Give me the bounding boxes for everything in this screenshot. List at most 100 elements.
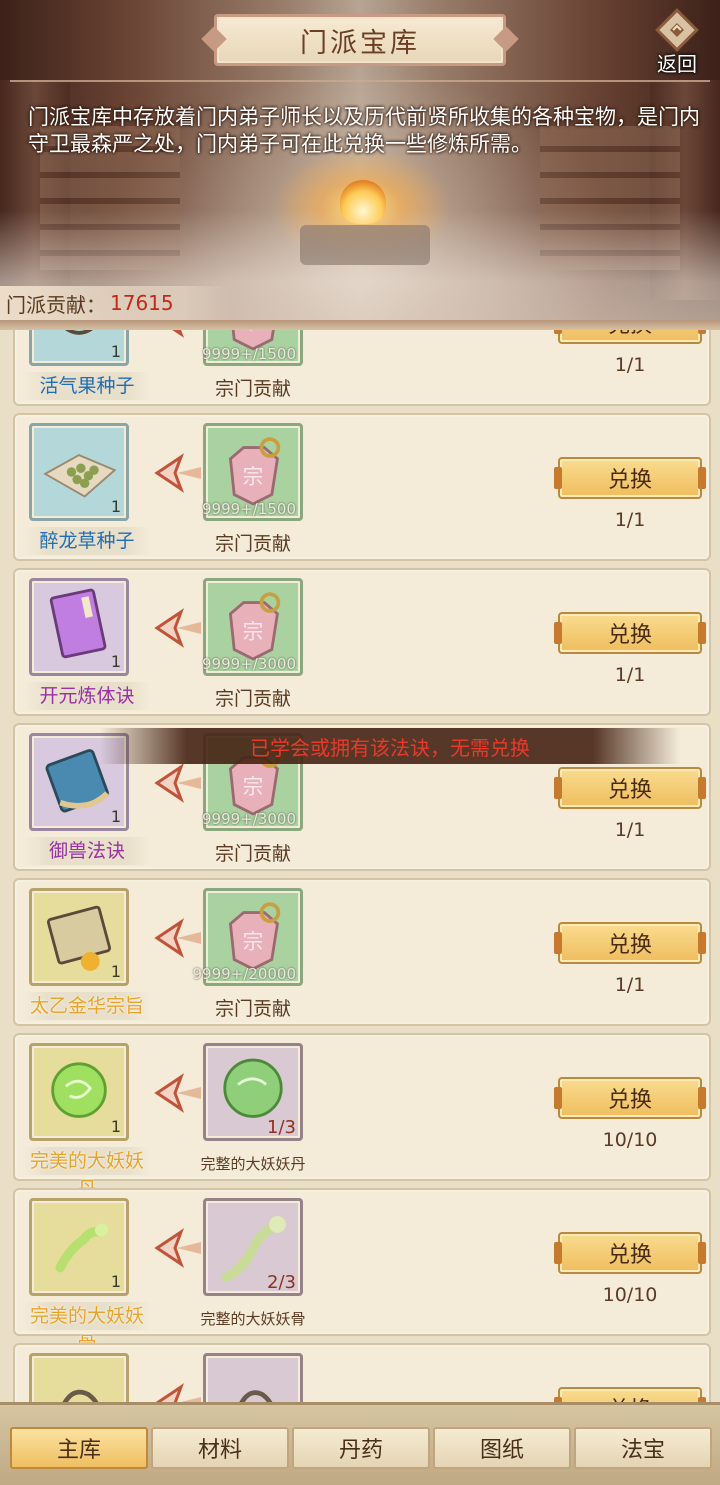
cost-item-slot[interactable]	[203, 1353, 303, 1402]
exchange-button[interactable]: 兑换	[554, 612, 706, 654]
reward-item-slot[interactable]: 1	[29, 423, 129, 521]
cost-amount: 1/3	[267, 1117, 296, 1138]
tab-treasures[interactable]: 法宝	[574, 1427, 712, 1469]
contribution-value: 17615	[110, 291, 174, 315]
tab-materials[interactable]: 材料	[151, 1427, 289, 1469]
cost-amount: 9999+/20000	[192, 965, 296, 983]
cost-name: 宗门贡献	[214, 998, 291, 1020]
cost-amount: 9999+/3000	[202, 655, 296, 673]
reward-item-slot[interactable]: 1	[29, 578, 129, 676]
reward-count: 1	[110, 342, 121, 361]
exchange-row: 1 完美的大妖妖丹 1/3 完整的大妖妖丹 兑换 10/10	[13, 1033, 711, 1200]
page-title: 门派宝库	[300, 27, 420, 59]
exchange-arrow-icon	[155, 1383, 201, 1402]
exchange-button[interactable]: 兑换	[554, 1232, 706, 1274]
exchange-button-label: 兑换	[608, 330, 652, 339]
header-banner: 门派宝库 返回 门派宝库中存放着门内弟子师长以及历代前贤所收集的各种宝物，是门内…	[0, 0, 720, 330]
cost-name: 宗门贡献	[214, 533, 291, 555]
return-button[interactable]: 返回	[640, 8, 714, 80]
cost-amount: 9999+/3000	[202, 810, 296, 828]
page-title-plaque: 门派宝库	[214, 14, 506, 66]
exchange-button[interactable]: 兑换	[554, 1387, 706, 1402]
reward-item-slot[interactable]: 1	[29, 330, 129, 366]
exchange-button-label: 兑换	[607, 1243, 652, 1268]
reward-count: 1	[110, 962, 121, 981]
reward-count: 1	[110, 807, 121, 826]
exchange-limit: 1/1	[614, 354, 646, 376]
cost-name: 宗门贡献	[214, 688, 291, 710]
reward-name: 完美的大妖妖丹	[23, 1147, 151, 1200]
svg-text:宗: 宗	[243, 330, 264, 333]
reward-item-icon	[62, 1389, 99, 1402]
return-label: 返回	[657, 52, 697, 76]
demon-tendon-icon	[239, 1390, 273, 1402]
exchange-button-label: 兑换	[607, 933, 652, 958]
warning-toast: 已学会或拥有该法诀，无需兑换	[100, 728, 680, 764]
cost-amount: 2/3	[267, 1272, 296, 1293]
cost-amount: 9999+/1500	[202, 345, 296, 363]
reward-name: 开元炼体诀	[23, 682, 151, 710]
divider	[0, 320, 720, 330]
divider	[10, 80, 710, 82]
tab-blueprints[interactable]: 图纸	[433, 1427, 571, 1469]
exchange-arrow-icon	[154, 1073, 201, 1113]
cost-item-slot[interactable]: 宗 9999+/20000	[192, 888, 303, 986]
exchange-limit: 1/1	[614, 974, 646, 996]
cost-item-slot[interactable]: 2/3	[203, 1198, 303, 1296]
cost-name: 完整的大妖妖骨	[200, 1310, 306, 1328]
reward-count: 1	[110, 1272, 121, 1291]
exchange-button[interactable]: 兑换	[554, 457, 706, 499]
reward-item-slot[interactable]: 1	[29, 1198, 129, 1296]
reward-name: 醉龙草种子	[23, 527, 151, 555]
exchange-arrow-icon	[172, 330, 185, 338]
exchange-limit: 10/10	[602, 1284, 658, 1306]
reward-count: 1	[110, 497, 121, 516]
reward-count: 1	[110, 652, 121, 671]
reward-name: 御兽法诀	[23, 837, 151, 865]
cost-item-slot[interactable]: 宗 9999+/1500	[202, 423, 303, 521]
reward-name: 活气果种子	[23, 372, 151, 400]
cost-item-slot[interactable]: 1/3	[203, 1043, 303, 1141]
exchange-arrow-icon	[154, 763, 201, 803]
exchange-arrow-icon	[154, 918, 201, 958]
exchange-arrow-icon	[154, 608, 201, 648]
cost-item-slot[interactable]: 宗 9999+/1500	[202, 330, 303, 366]
exchange-row: 1 完美的大妖妖骨 2/3 完整的大妖妖骨 兑换 10/10	[13, 1188, 711, 1355]
svg-text:宗: 宗	[243, 774, 264, 798]
tab-pills[interactable]: 丹药	[292, 1427, 430, 1469]
cost-item-slot[interactable]: 宗 9999+/3000	[202, 578, 303, 676]
reward-name: 完美的大妖妖骨	[23, 1302, 151, 1355]
exchange-button[interactable]: 兑换	[554, 330, 706, 344]
reward-item-slot[interactable]: 1	[29, 1043, 129, 1141]
cost-name: 宗门贡献	[214, 378, 291, 400]
vault-description: 门派宝库中存放着门内弟子师长以及历代前贤所收集的各种宝物，是门内守卫最森严之处，…	[28, 105, 700, 156]
exchange-button[interactable]: 兑换	[554, 767, 706, 809]
return-icon	[655, 8, 699, 52]
tab-main[interactable]: 主库	[10, 1427, 148, 1469]
category-tab-bar: 主库 材料 丹药 图纸 法宝	[0, 1402, 720, 1485]
exchange-limit: 1/1	[614, 509, 646, 531]
exchange-row: 1 活气果种子 宗 9999+/1500 宗门贡献 兑换 1/1	[13, 330, 711, 406]
reward-item-slot[interactable]	[29, 1353, 129, 1402]
reward-item-slot[interactable]: 1	[29, 888, 129, 986]
exchange-button-label: 兑换	[607, 778, 652, 803]
exchange-button[interactable]: 兑换	[554, 922, 706, 964]
svg-text:宗: 宗	[243, 619, 264, 643]
exchange-row: 1 太乙金华宗旨 宗 9999+/20000 宗门贡献 兑换 1/1	[13, 878, 711, 1026]
exchange-arrow-icon	[154, 453, 201, 493]
exchange-button-label: 兑换	[607, 468, 652, 493]
contribution-display: 门派贡献： 17615	[0, 286, 230, 320]
exchange-row: 1 醉龙草种子 宗 9999+/1500 宗门贡献 兑换 1/1	[13, 413, 711, 561]
cost-amount: 9999+/1500	[202, 500, 296, 518]
exchange-limit: 1/1	[614, 819, 646, 841]
exchange-row: 1 开元炼体诀 宗 9999+/3000 宗门贡献 兑换 1/1	[13, 568, 711, 716]
cost-name: 完整的大妖妖丹	[200, 1155, 306, 1173]
svg-text:宗: 宗	[243, 929, 264, 953]
exchange-button[interactable]: 兑换	[554, 1077, 706, 1119]
exchange-list[interactable]: 1 活气果种子 宗 9999+/1500 宗门贡献 兑换 1/1 1 醉龙草种子…	[0, 330, 720, 1402]
exchange-button-label: 兑换	[607, 623, 652, 648]
exchange-button-label: 兑换	[607, 1088, 652, 1113]
exchange-limit: 1/1	[614, 664, 646, 686]
exchange-button-label: 兑换	[608, 1392, 652, 1402]
reward-count: 1	[110, 1117, 121, 1136]
